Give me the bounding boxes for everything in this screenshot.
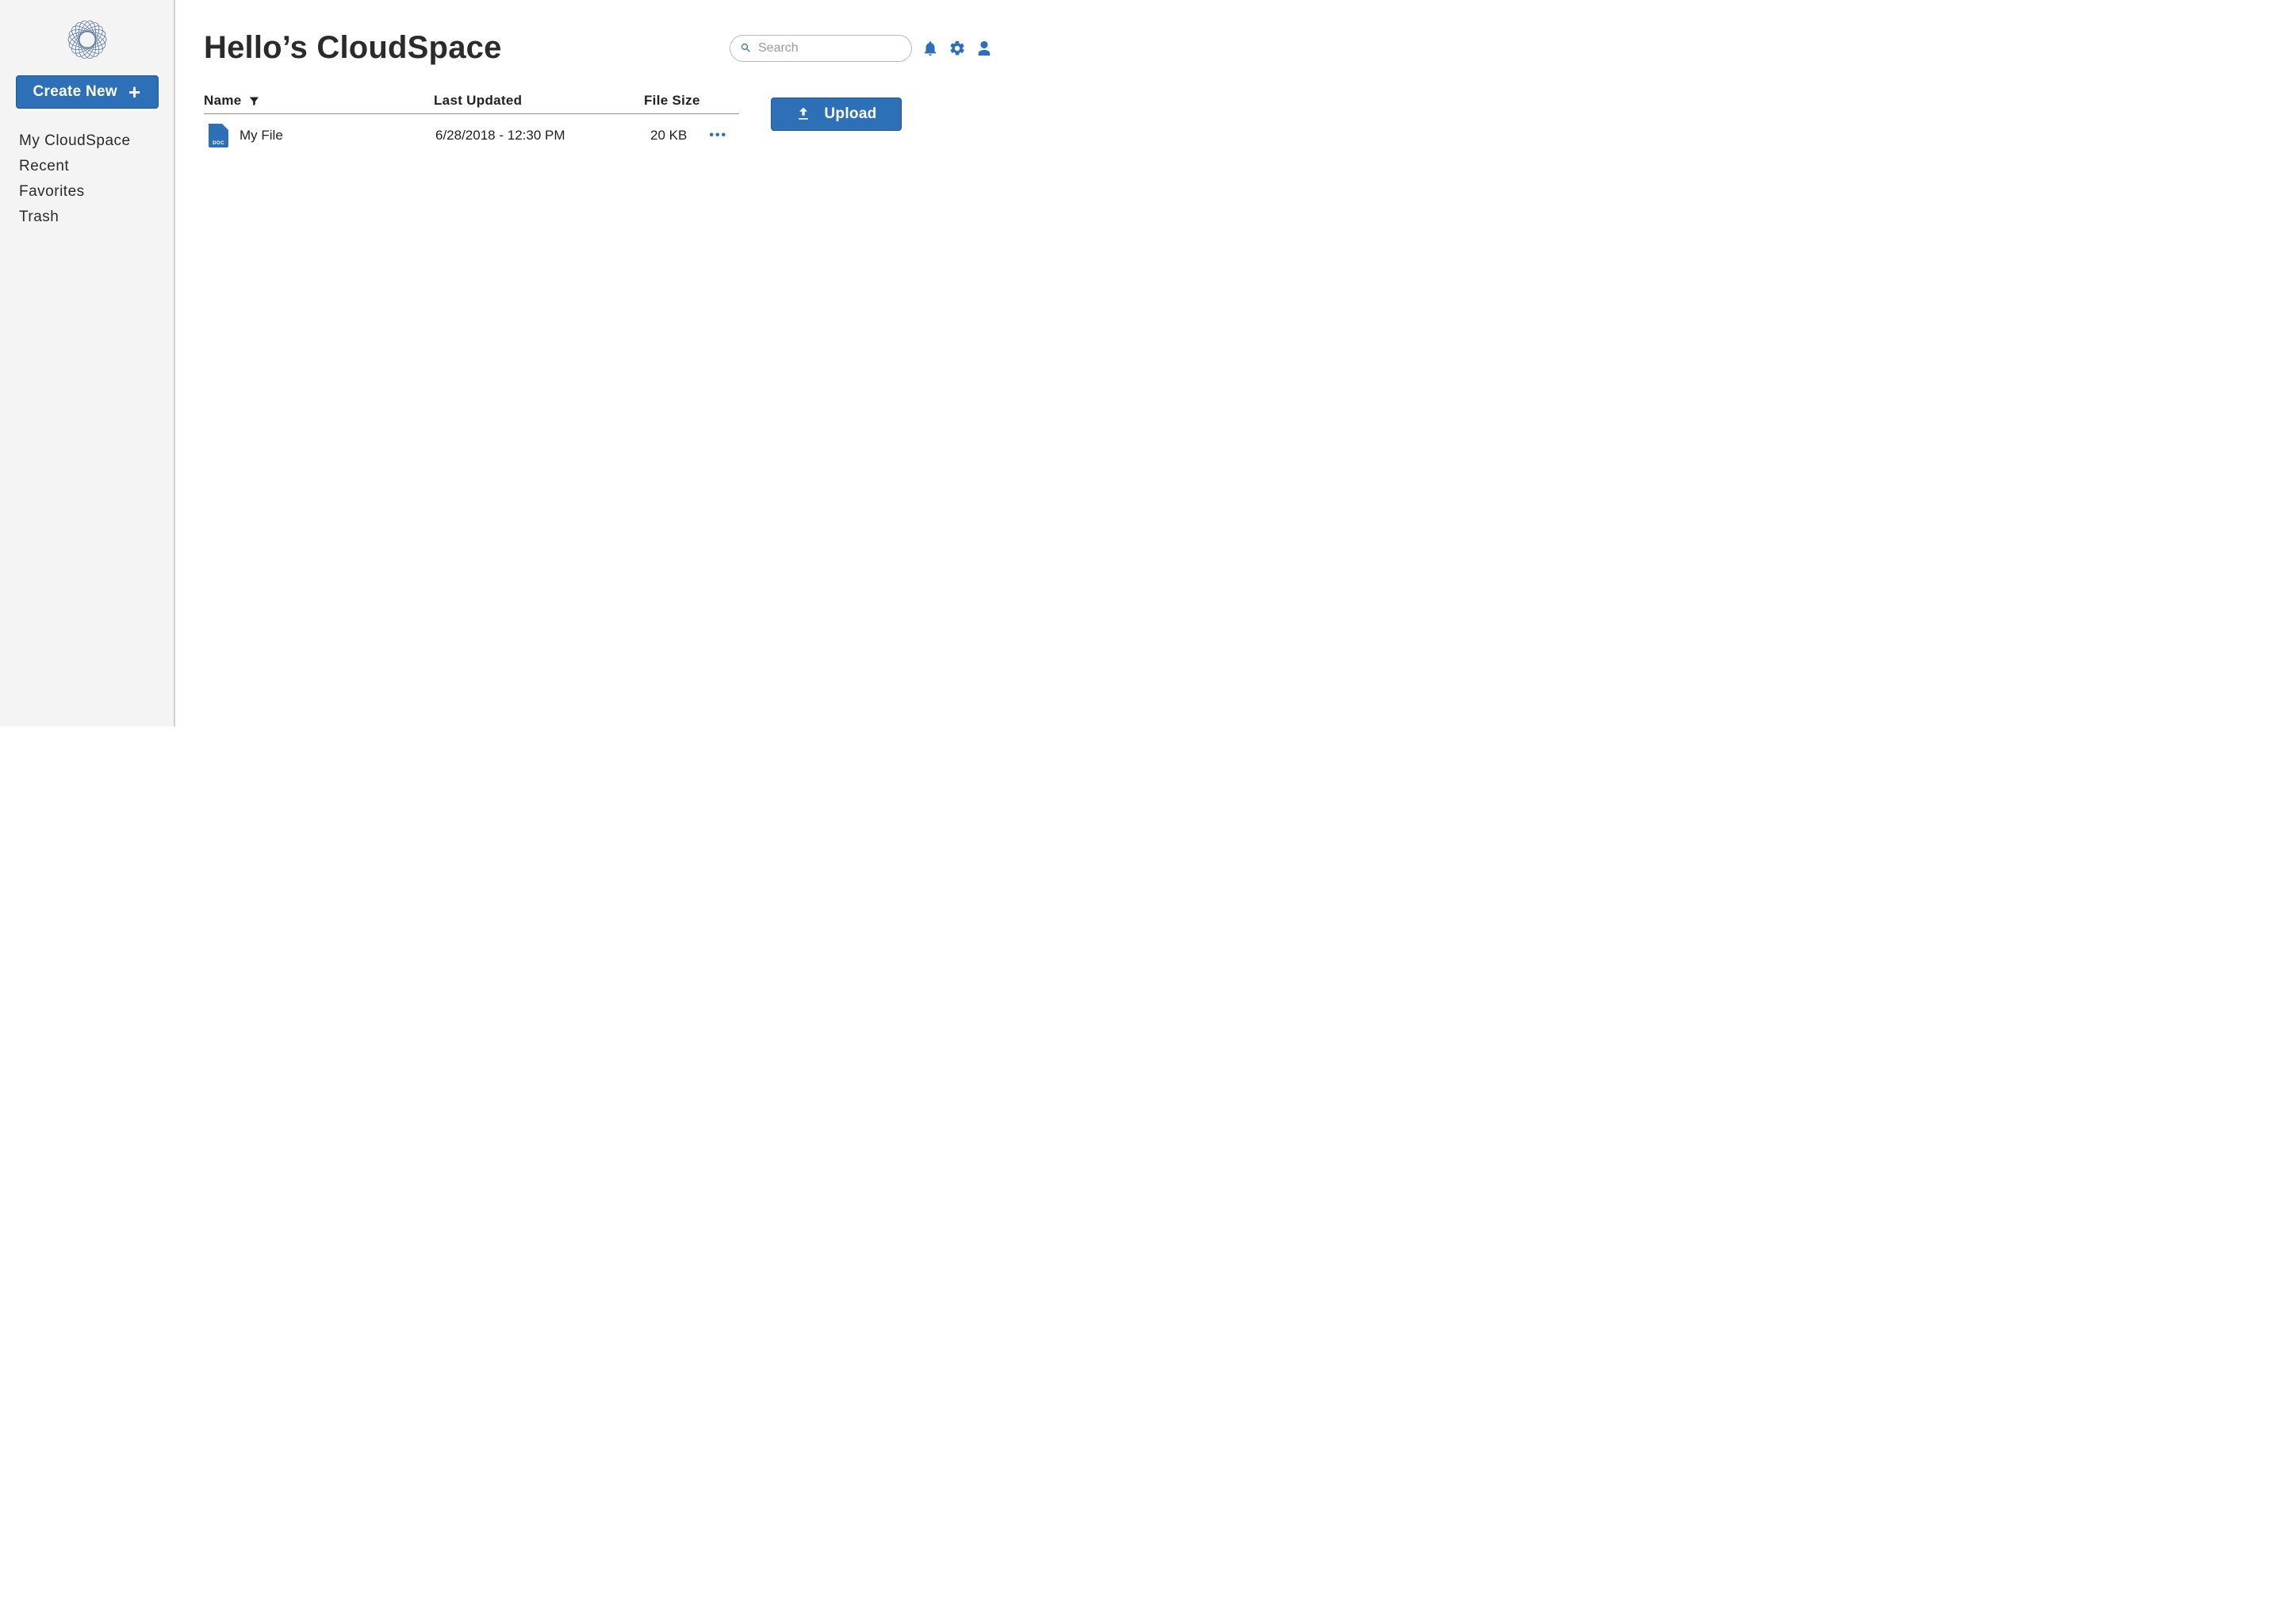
sidebar-item-label: My CloudSpace xyxy=(19,132,131,149)
sidebar-item-my-cloudspace[interactable]: My CloudSpace xyxy=(19,128,159,154)
file-icon-type: DOC xyxy=(209,141,228,146)
search-input[interactable] xyxy=(758,41,902,56)
app-logo xyxy=(63,16,111,63)
content-row: Name Last Updated File Size DOC xyxy=(204,93,993,147)
sidebar-item-label: Recent xyxy=(19,158,69,174)
upload-icon xyxy=(795,106,811,122)
column-header-name[interactable]: Name xyxy=(204,93,434,109)
file-size: 20 KB xyxy=(650,128,687,144)
create-new-label: Create New xyxy=(33,83,118,101)
header-actions xyxy=(730,35,993,62)
table-row[interactable]: DOC My File 6/28/2018 - 12:30 PM 20 KB •… xyxy=(204,114,739,147)
column-header-last-updated[interactable]: Last Updated xyxy=(434,93,644,109)
header: Hello’s CloudSpace xyxy=(204,30,993,66)
sidebar-item-label: Trash xyxy=(19,209,59,225)
user-icon[interactable] xyxy=(975,40,993,57)
column-label: File Size xyxy=(644,93,700,109)
column-label: Name xyxy=(204,93,242,109)
plus-icon: + xyxy=(128,82,140,102)
upload-button[interactable]: Upload xyxy=(771,98,902,131)
page-title: Hello’s CloudSpace xyxy=(204,30,502,66)
file-name: My File xyxy=(240,128,283,144)
filter-icon[interactable] xyxy=(248,95,260,107)
file-doc-icon: DOC xyxy=(209,124,228,147)
sidebar: Create New + My CloudSpace Recent Favori… xyxy=(0,0,175,726)
main-content: Hello’s CloudSpace Name xyxy=(175,0,1021,726)
sidebar-item-label: Favorites xyxy=(19,183,85,200)
file-last-updated: 6/28/2018 - 12:30 PM xyxy=(434,128,644,144)
sidebar-item-favorites[interactable]: Favorites xyxy=(19,179,159,205)
sidebar-item-trash[interactable]: Trash xyxy=(19,205,159,230)
sidebar-item-recent[interactable]: Recent xyxy=(19,154,159,179)
upload-label: Upload xyxy=(824,105,876,123)
table-header: Name Last Updated File Size xyxy=(204,93,739,114)
column-label: Last Updated xyxy=(434,93,522,109)
sidebar-nav: My CloudSpace Recent Favorites Trash xyxy=(14,128,159,230)
column-header-file-size[interactable]: File Size xyxy=(644,93,739,109)
create-new-button[interactable]: Create New + xyxy=(16,75,159,109)
bell-icon[interactable] xyxy=(922,40,939,57)
search-box[interactable] xyxy=(730,35,912,62)
file-table: Name Last Updated File Size DOC xyxy=(204,93,739,147)
search-icon xyxy=(740,42,752,54)
gear-icon[interactable] xyxy=(948,40,966,57)
